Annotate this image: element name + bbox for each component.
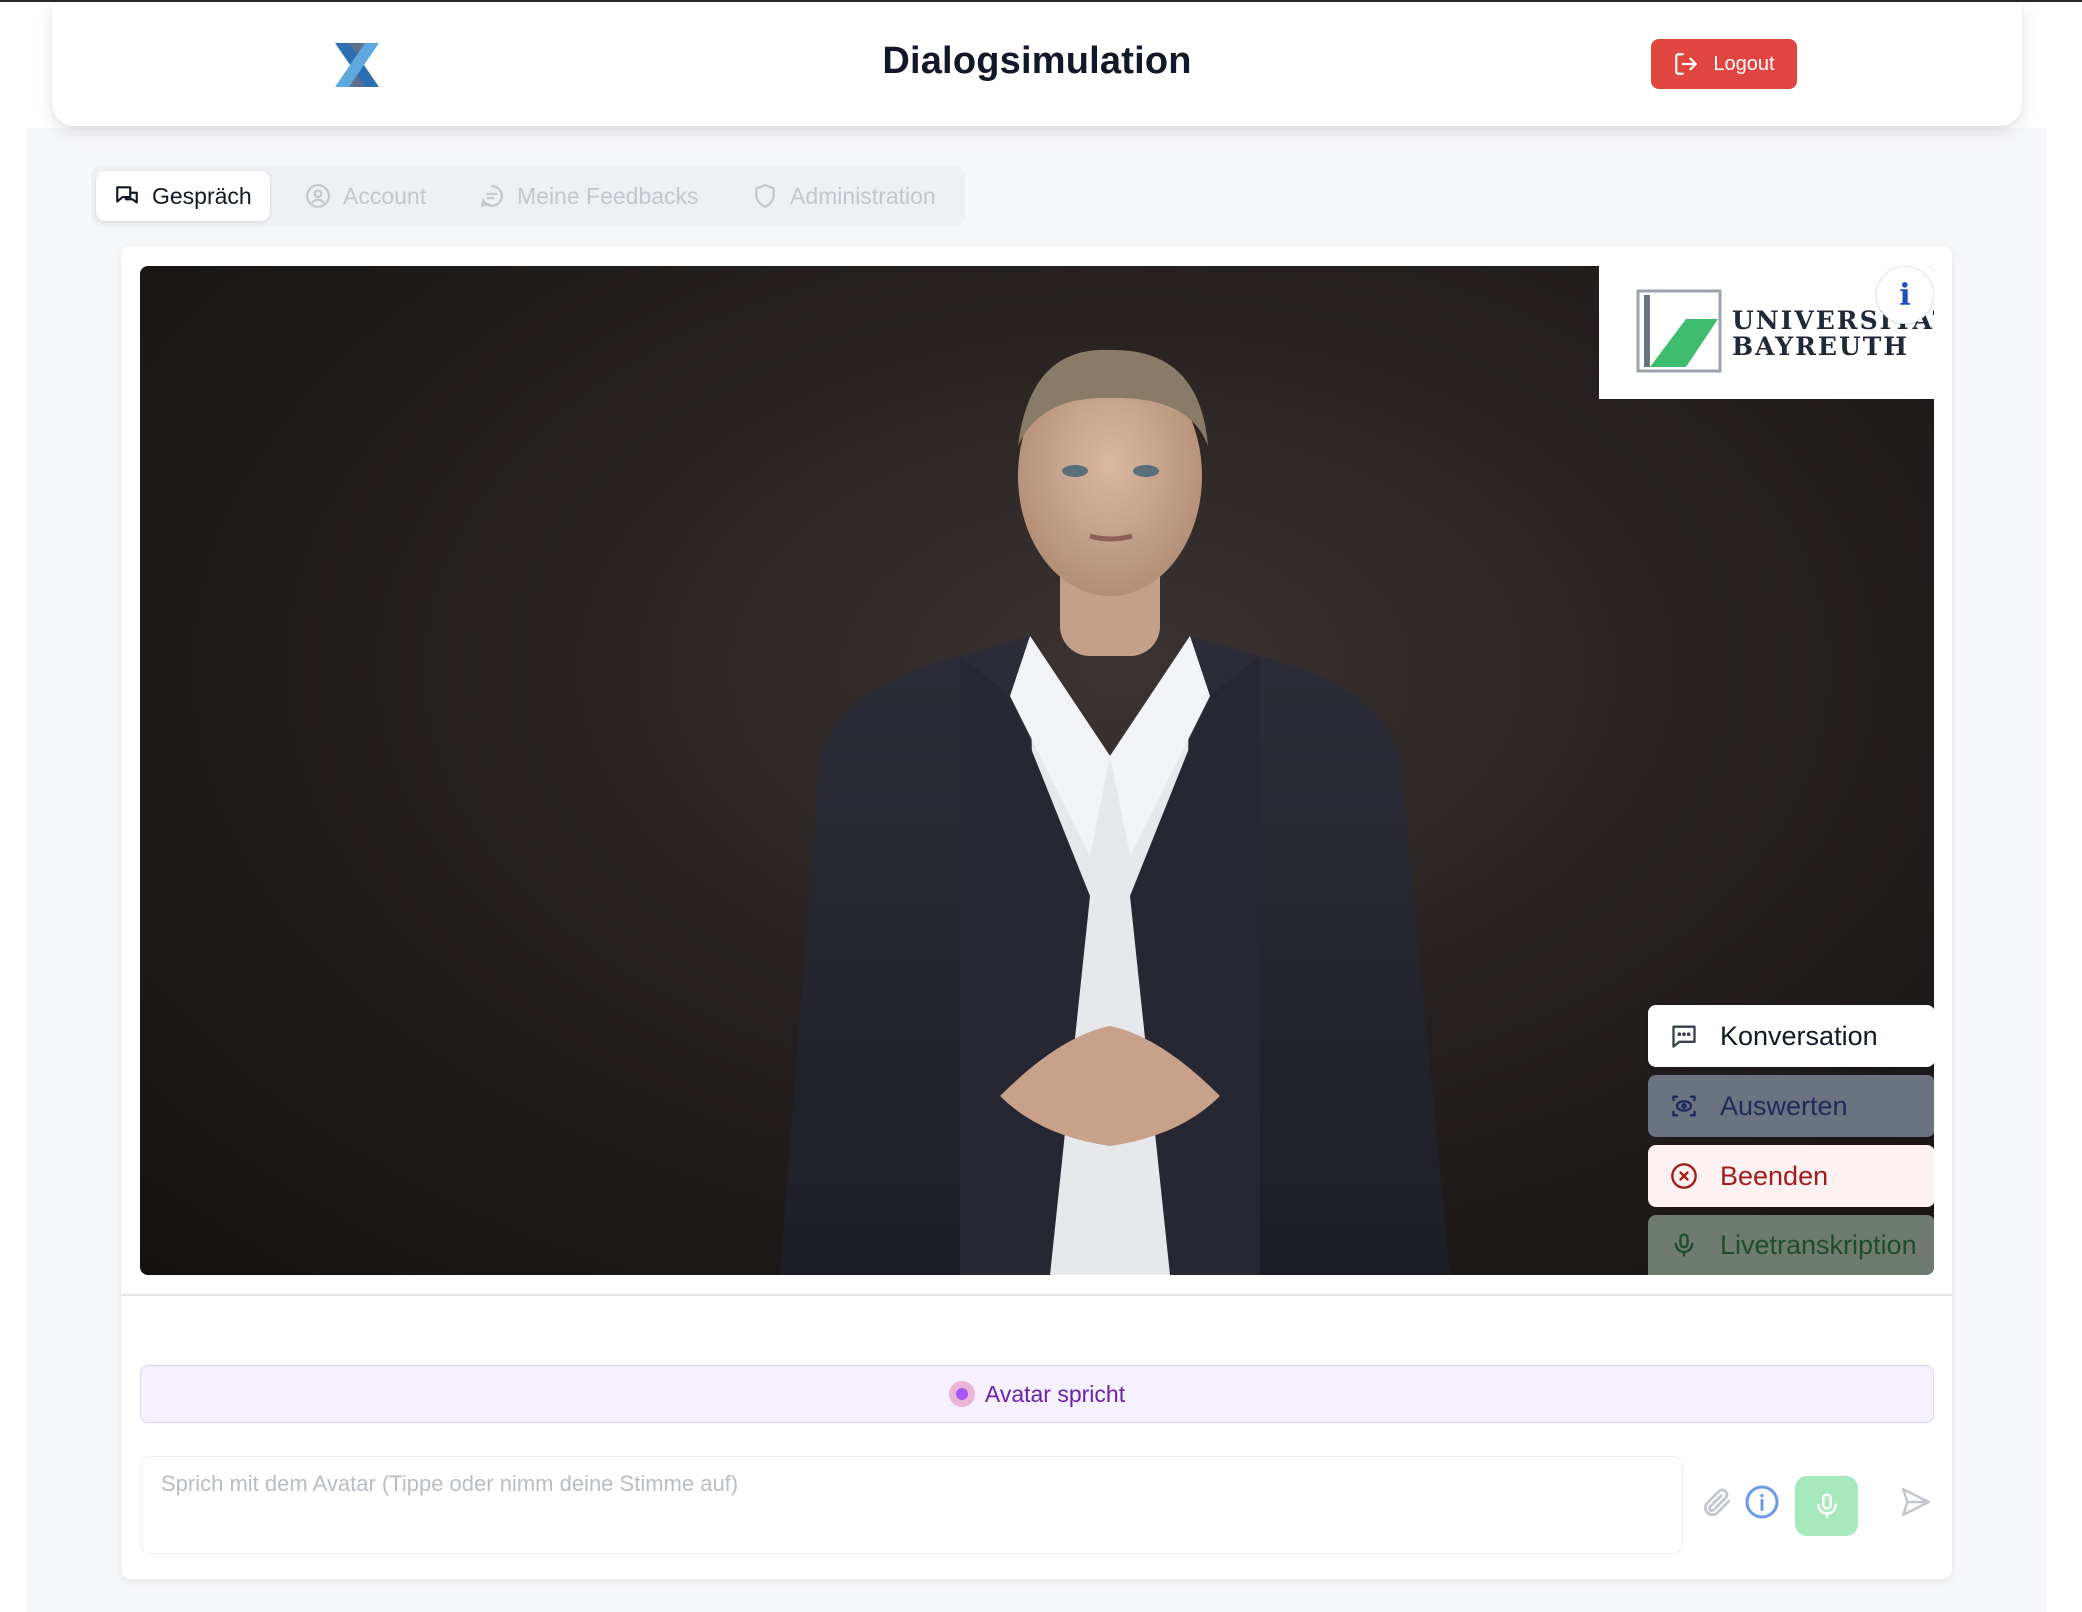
- send-button[interactable]: [1896, 1482, 1936, 1522]
- livetranskription-button[interactable]: Livetranskription: [1648, 1215, 1934, 1275]
- microphone-icon: [1674, 1233, 1694, 1257]
- tab-meine-feedbacks[interactable]: Meine Feedbacks: [461, 171, 717, 221]
- message-square-icon: [1672, 1025, 1696, 1048]
- info-icon: [1745, 1485, 1779, 1519]
- avatar-video: UNIVERSITÄT BAYREUTH i Konversation Ausw…: [140, 266, 1934, 1275]
- avatar-person-image: [780, 349, 1450, 1275]
- user-circle-icon: [306, 184, 330, 208]
- logout-label: Logout: [1713, 52, 1775, 75]
- konversation-button[interactable]: Konversation: [1648, 1005, 1934, 1067]
- main-tabs: Gespräch Account Meine Feedbacks Adminis…: [91, 165, 965, 227]
- tab-label: Gespräch: [152, 182, 252, 209]
- shield-icon: [755, 184, 775, 208]
- info-button[interactable]: [1741, 1481, 1783, 1523]
- feedback-icon: [480, 185, 503, 208]
- divider: [121, 1294, 1952, 1296]
- video-info-button[interactable]: i: [1876, 266, 1934, 324]
- message-input[interactable]: [140, 1456, 1683, 1554]
- tab-gespraech[interactable]: Gespräch: [96, 171, 270, 221]
- tab-administration[interactable]: Administration: [734, 171, 954, 221]
- livetranskription-label: Livetranskription: [1720, 1229, 1917, 1260]
- chat-bubbles-icon: [116, 186, 138, 204]
- logout-button[interactable]: Logout: [1651, 39, 1797, 89]
- tab-label: Administration: [790, 182, 936, 209]
- attach-button[interactable]: [1696, 1482, 1736, 1522]
- send-icon: [1901, 1487, 1931, 1517]
- konversation-label: Konversation: [1720, 1020, 1878, 1051]
- app-header: Dialogsimulation Logout: [52, 2, 2022, 126]
- logout-icon: [1675, 53, 1698, 75]
- beenden-button[interactable]: Beenden: [1648, 1145, 1934, 1207]
- x-circle-icon: [1671, 1163, 1697, 1189]
- record-voice-button[interactable]: [1795, 1476, 1858, 1536]
- speaking-status-text: Avatar spricht: [984, 1380, 1126, 1407]
- tab-label: Meine Feedbacks: [517, 182, 699, 209]
- scan-eye-icon: [1672, 1095, 1696, 1117]
- university-logo: UNIVERSITÄT BAYREUTH i: [1599, 266, 1934, 399]
- beenden-label: Beenden: [1720, 1160, 1829, 1191]
- university-mark-icon: [1636, 289, 1722, 373]
- tab-label: Account: [343, 182, 427, 209]
- logo-line-2: BAYREUTH: [1732, 332, 1909, 361]
- auswerten-label: Auswerten: [1720, 1090, 1848, 1121]
- conversation-card: UNIVERSITÄT BAYREUTH i Konversation Ausw…: [121, 246, 1952, 1579]
- microphone-icon: [1816, 1493, 1837, 1519]
- speaking-indicator-icon: [948, 1381, 975, 1407]
- paperclip-icon: [1703, 1488, 1731, 1517]
- tab-account[interactable]: Account: [287, 171, 444, 221]
- speaking-status: Avatar spricht: [140, 1365, 1934, 1423]
- auswerten-button[interactable]: Auswerten: [1648, 1075, 1934, 1137]
